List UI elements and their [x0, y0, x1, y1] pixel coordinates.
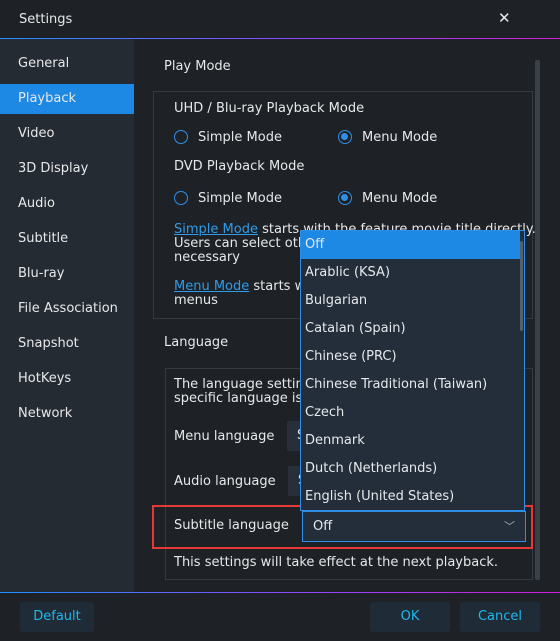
dropdown-option[interactable]: Arablic (KSA) — [301, 259, 520, 287]
close-icon[interactable]: ✕ — [498, 9, 511, 27]
dropdown-option[interactable]: Denmark — [301, 427, 520, 455]
uhd-mode-label: UHD / Blu-ray Playback Mode — [174, 101, 365, 116]
sidebar-item-hotkeys[interactable]: HotKeys — [0, 364, 134, 394]
radio-label: Menu Mode — [362, 191, 438, 206]
sidebar-item-general[interactable]: General — [0, 49, 134, 79]
radio-label: Simple Mode — [198, 130, 282, 145]
audio-language-label: Audio language — [174, 474, 276, 489]
simple-mode-link[interactable]: Simple Mode — [174, 222, 258, 237]
radio-icon — [174, 191, 188, 205]
language-description: The language settin specific language is — [174, 378, 304, 406]
dropdown-option[interactable]: Chinese (PRC) — [301, 343, 520, 371]
menu-mode-link[interactable]: Menu Mode — [174, 279, 249, 294]
footer-divider — [0, 592, 560, 593]
desc-text: Users can select oth — [174, 236, 307, 251]
play-mode-heading: Play Mode — [164, 59, 231, 74]
menu-language-label: Menu language — [174, 429, 275, 444]
dvd-menu-radio[interactable]: Menu Mode — [338, 189, 478, 209]
dvd-mode-label: DVD Playback Mode — [174, 159, 305, 174]
desc-text: starts w — [249, 279, 306, 294]
content-scrollbar[interactable] — [535, 60, 540, 580]
desc-text: menus — [174, 293, 218, 308]
highlight-box — [152, 505, 533, 549]
window-title: Settings — [19, 12, 73, 27]
title-bar: Settings ✕ — [0, 0, 560, 38]
dropdown-option[interactable]: Bulgarian — [301, 287, 520, 315]
sidebar-item-3d-display[interactable]: 3D Display — [0, 154, 134, 184]
dropdown-option[interactable]: Dutch (Netherlands) — [301, 455, 520, 483]
subtitle-language-dropdown: English (United States) Dutch (Netherland… — [300, 230, 525, 511]
language-note: This settings will take effect at the ne… — [174, 555, 499, 570]
dropdown-option[interactable]: Chinese Traditional (Taiwan) — [301, 371, 520, 399]
sidebar-item-snapshot[interactable]: Snapshot — [0, 329, 134, 359]
sidebar-item-blu-ray[interactable]: Blu-ray — [0, 259, 134, 289]
desc-text: specific language is — [174, 391, 303, 406]
desc-text: necessary — [174, 250, 240, 265]
uhd-simple-radio[interactable]: Simple Mode — [174, 128, 314, 148]
dropdown-scrollbar[interactable] — [520, 241, 523, 331]
dvd-simple-radio[interactable]: Simple Mode — [174, 189, 314, 209]
sidebar: General Playback Video 3D Display Audio Subti… — [0, 39, 134, 592]
dropdown-option[interactable]: Czech — [301, 399, 520, 427]
sidebar-item-audio[interactable]: Audio — [0, 189, 134, 219]
desc-text: The language settin — [174, 377, 304, 392]
radio-label: Simple Mode — [198, 191, 282, 206]
sidebar-item-playback[interactable]: Playback — [0, 84, 134, 114]
sidebar-item-subtitle[interactable]: Subtitle — [0, 224, 134, 254]
ok-button[interactable]: OK — [370, 602, 450, 632]
radio-icon — [174, 130, 188, 144]
language-heading: Language — [164, 335, 229, 350]
menu-mode-description: Menu Mode starts w menus — [174, 280, 305, 308]
sidebar-item-video[interactable]: Video — [0, 119, 134, 149]
dropdown-option[interactable]: Off — [301, 231, 520, 259]
radio-icon — [338, 130, 352, 144]
dropdown-option[interactable]: Catalan (Spain) — [301, 315, 520, 343]
sidebar-item-network[interactable]: Network — [0, 399, 134, 429]
dropdown-option[interactable]: English (United States) — [301, 483, 520, 510]
sidebar-item-file-association[interactable]: File Association — [0, 294, 134, 324]
cancel-button[interactable]: Cancel — [460, 602, 540, 632]
radio-icon — [338, 191, 352, 205]
radio-label: Menu Mode — [362, 130, 438, 145]
default-button[interactable]: Default — [20, 602, 94, 632]
uhd-menu-radio[interactable]: Menu Mode — [338, 128, 478, 148]
